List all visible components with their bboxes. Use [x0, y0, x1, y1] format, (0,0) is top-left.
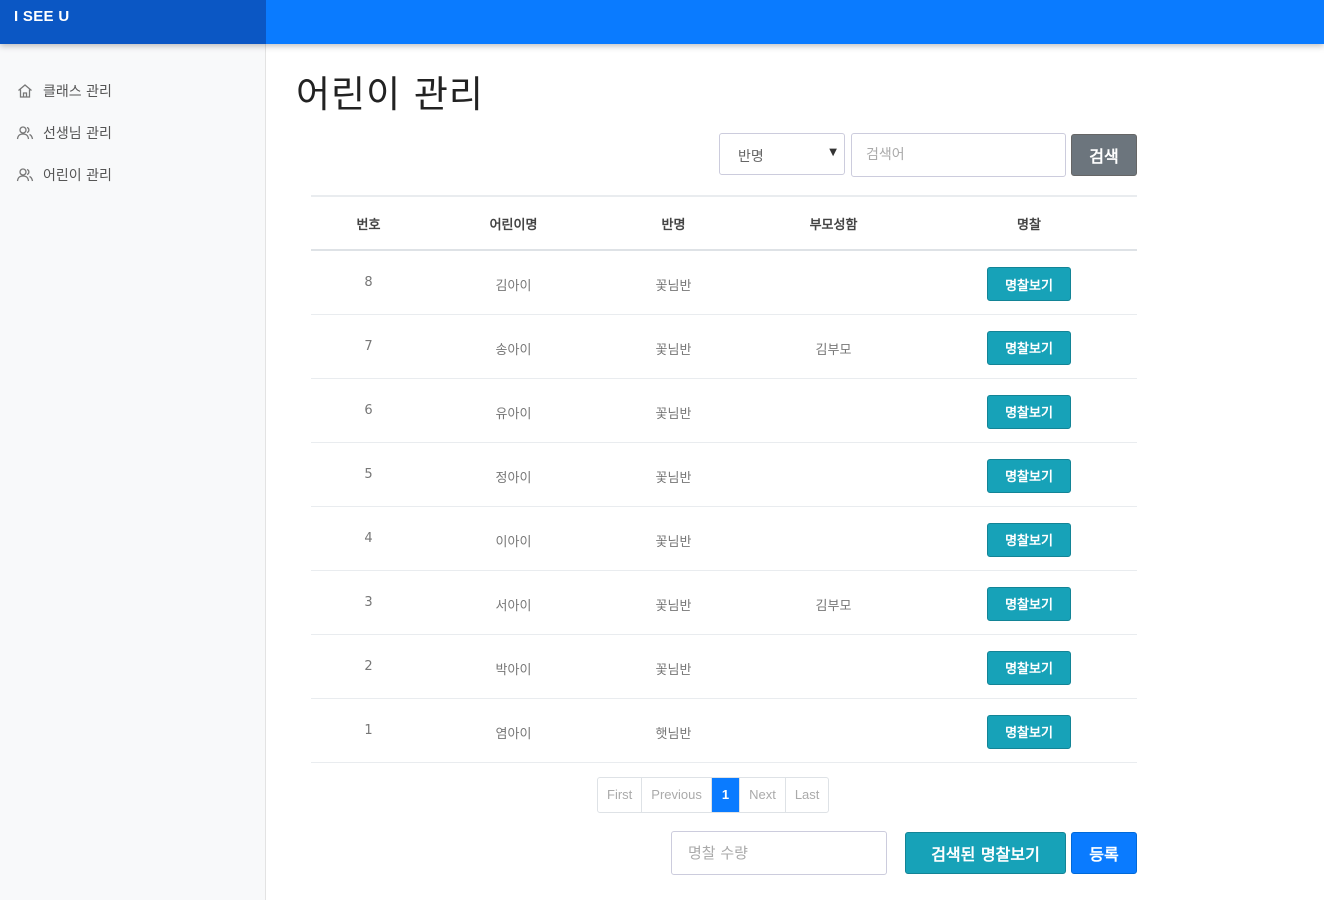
cell-action: 명찰보기 — [921, 698, 1137, 763]
users-icon — [16, 168, 34, 182]
page-last[interactable]: Last — [786, 778, 829, 812]
header-class-name: 반명 — [601, 195, 746, 251]
view-nametag-button[interactable]: 명찰보기 — [987, 267, 1071, 301]
cell-class-name: 꽃님반 — [601, 634, 746, 699]
cell-parent-name: 김부모 — [746, 570, 921, 635]
view-nametag-button[interactable]: 명찰보기 — [987, 458, 1071, 493]
cell-parent-name — [746, 250, 921, 315]
page-current[interactable]: 1 — [711, 778, 741, 812]
search-bar: 반명 ▼ 검색 — [719, 133, 1137, 177]
cell-action: 명찰보기 — [921, 570, 1137, 635]
sidebar-item-children[interactable]: 어린이 관리 — [0, 154, 265, 196]
cell-number: 6 — [311, 378, 426, 443]
top-navbar: I SEE U — [0, 0, 1324, 44]
cell-number: 3 — [311, 570, 426, 635]
cell-child-name: 박아이 — [426, 634, 601, 699]
header-parent-name: 부모성함 — [746, 195, 921, 251]
brand-logo[interactable]: I SEE U — [0, 0, 266, 44]
header-number: 번호 — [311, 195, 426, 251]
cell-number: 8 — [311, 250, 426, 315]
header-child-name: 어린이명 — [426, 195, 601, 251]
table-row: 3 서아이 꽃님반 김부모 명찰보기 — [311, 570, 1137, 635]
cell-number: 1 — [311, 698, 426, 763]
sidebar-item-label: 어린이 관리 — [43, 168, 112, 184]
main-content: 어린이 관리 반명 ▼ 검색 번호 어린이명 반명 부모성함 명찰 8 김아이 … — [266, 44, 1324, 900]
cell-child-name: 송아이 — [426, 314, 601, 379]
sidebar-item-class[interactable]: 클래스 관리 — [0, 70, 265, 112]
cell-child-name: 정아이 — [426, 442, 601, 507]
cell-class-name: 꽃님반 — [601, 378, 746, 443]
cell-action: 명찰보기 — [921, 634, 1137, 699]
home-icon — [18, 84, 32, 98]
view-nametag-button[interactable]: 명찰보기 — [987, 586, 1071, 621]
cell-child-name: 서아이 — [426, 570, 601, 635]
cell-parent-name — [746, 378, 921, 443]
cell-class-name: 꽃님반 — [601, 314, 746, 379]
view-nametag-button[interactable]: 명찰보기 — [987, 714, 1071, 749]
view-nametag-button[interactable]: 명찰보기 — [987, 394, 1071, 429]
cell-child-name: 김아이 — [426, 250, 601, 315]
cell-action: 명찰보기 — [921, 506, 1137, 571]
register-button[interactable]: 등록 — [1071, 832, 1137, 874]
page-first[interactable]: First — [598, 778, 643, 812]
cell-action: 명찰보기 — [921, 378, 1137, 443]
class-select-value: 반명 — [738, 149, 764, 165]
cell-action: 명찰보기 — [921, 250, 1137, 315]
cell-action: 명찰보기 — [921, 314, 1137, 379]
view-nametag-button[interactable]: 명찰보기 — [987, 330, 1071, 365]
table-row: 1 염아이 햇님반 명찰보기 — [311, 698, 1137, 763]
pagination: First Previous 1 Next Last — [597, 777, 830, 813]
cell-class-name: 꽃님반 — [601, 442, 746, 507]
sidebar-item-teacher[interactable]: 선생님 관리 — [0, 112, 265, 154]
search-input[interactable] — [851, 133, 1066, 177]
table-row: 6 유아이 꽃님반 명찰보기 — [311, 378, 1137, 443]
header-nametag: 명찰 — [921, 195, 1137, 251]
table-row: 5 정아이 꽃님반 명찰보기 — [311, 442, 1137, 507]
cell-number: 2 — [311, 634, 426, 699]
cell-child-name: 유아이 — [426, 378, 601, 443]
view-nametag-button[interactable]: 명찰보기 — [987, 650, 1071, 685]
page-title: 어린이 관리 — [296, 73, 484, 116]
cell-child-name: 염아이 — [426, 698, 601, 763]
page-previous[interactable]: Previous — [642, 778, 712, 812]
cell-class-name: 꽃님반 — [601, 506, 746, 571]
page-next[interactable]: Next — [740, 778, 786, 812]
search-button[interactable]: 검색 — [1071, 134, 1137, 176]
cell-parent-name — [746, 634, 921, 699]
cell-class-name: 꽃님반 — [601, 250, 746, 315]
class-select[interactable]: 반명 ▼ — [719, 133, 845, 175]
view-searched-nametags-button[interactable]: 검색된 명찰보기 — [905, 832, 1066, 874]
table-row: 8 김아이 꽃님반 명찰보기 — [311, 250, 1137, 315]
cell-number: 7 — [311, 314, 426, 379]
table-row: 7 송아이 꽃님반 김부모 명찰보기 — [311, 314, 1137, 379]
cell-parent-name: 김부모 — [746, 314, 921, 379]
cell-class-name: 햇님반 — [601, 698, 746, 763]
cell-class-name: 꽃님반 — [601, 570, 746, 635]
sidebar-item-label: 클래스 관리 — [43, 84, 112, 100]
cell-action: 명찰보기 — [921, 442, 1137, 507]
bottom-actions: 검색된 명찰보기 등록 — [671, 831, 1137, 875]
sidebar-item-label: 선생님 관리 — [43, 126, 112, 142]
users-icon — [16, 126, 34, 140]
table-header-row: 번호 어린이명 반명 부모성함 명찰 — [311, 195, 1137, 251]
caret-down-icon: ▼ — [829, 147, 837, 158]
cell-number: 5 — [311, 442, 426, 507]
view-nametag-button[interactable]: 명찰보기 — [987, 522, 1071, 557]
cell-parent-name — [746, 442, 921, 507]
nametag-quantity-input[interactable] — [671, 831, 887, 875]
cell-child-name: 이아이 — [426, 506, 601, 571]
cell-number: 4 — [311, 506, 426, 571]
table-row: 4 이아이 꽃님반 명찰보기 — [311, 506, 1137, 571]
table-row: 2 박아이 꽃님반 명찰보기 — [311, 634, 1137, 699]
cell-parent-name — [746, 698, 921, 763]
children-table: 번호 어린이명 반명 부모성함 명찰 8 김아이 꽃님반 명찰보기 7 송아이 … — [311, 195, 1137, 763]
sidebar: 클래스 관리 선생님 관리 어린이 관리 — [0, 44, 266, 900]
cell-parent-name — [746, 506, 921, 571]
